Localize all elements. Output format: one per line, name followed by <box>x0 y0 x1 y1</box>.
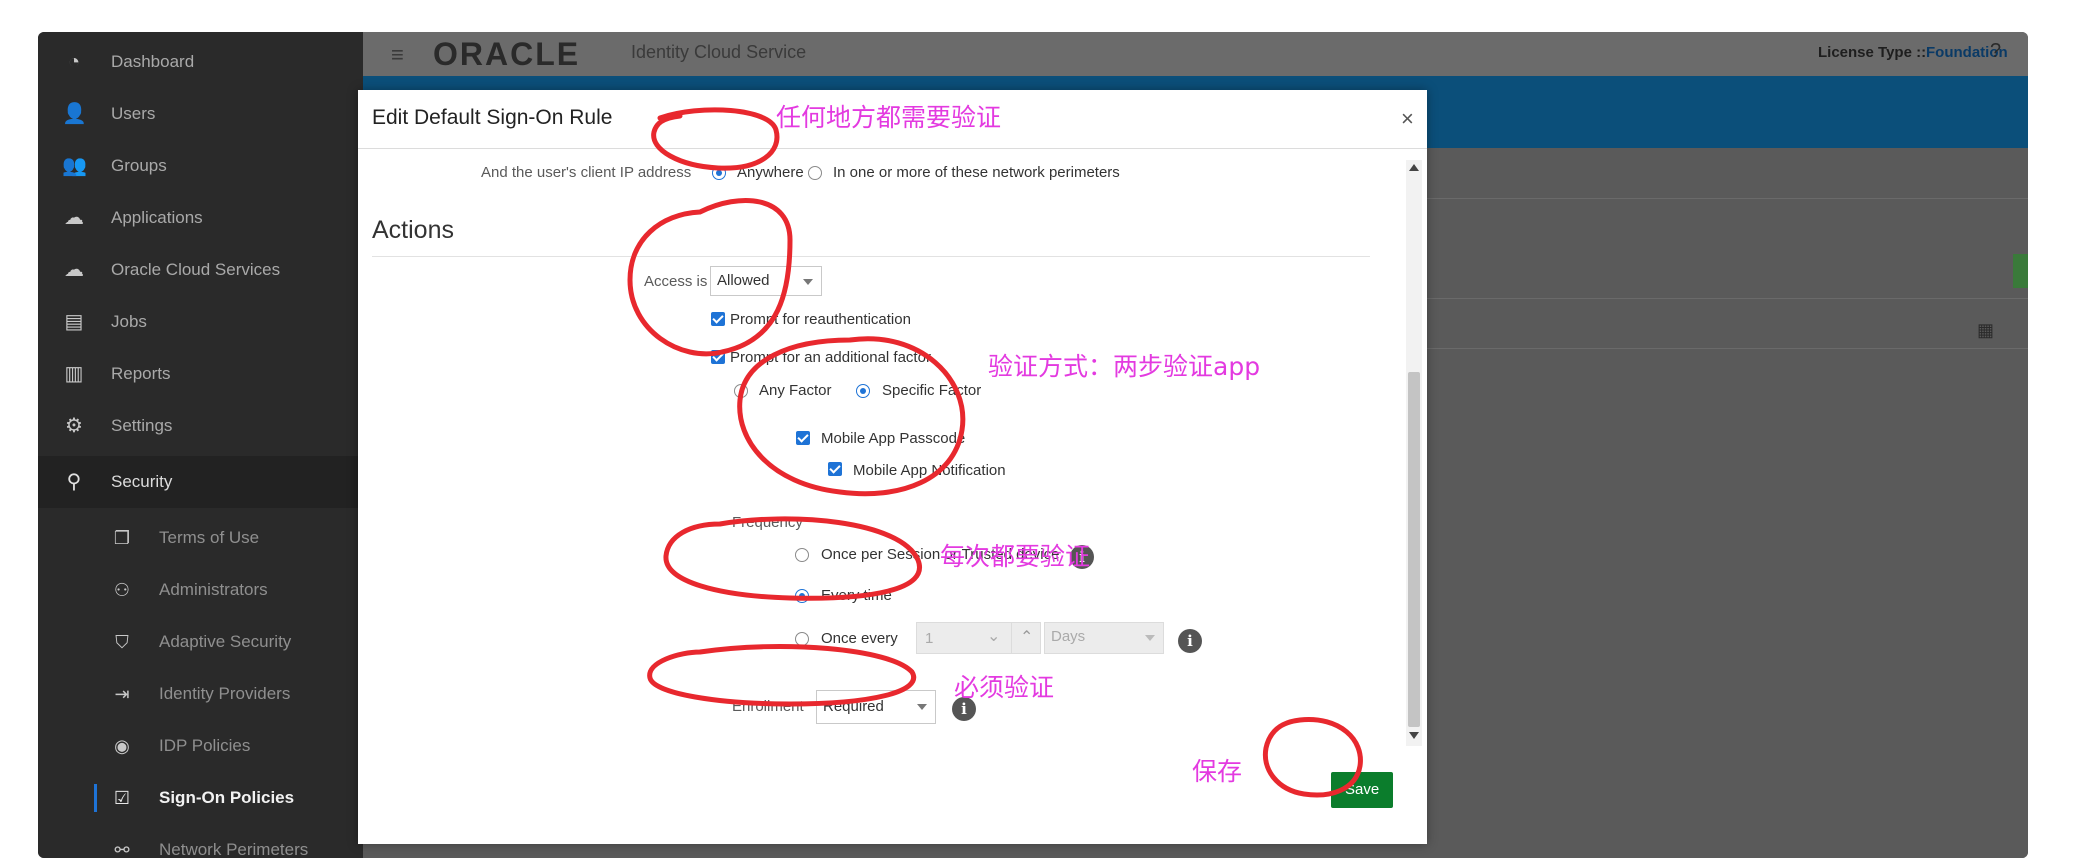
annotation-circle-every-time <box>663 516 922 601</box>
annotation-required: 必须验证 <box>954 673 1055 702</box>
annotation-every-time: 每次都要验证 <box>940 542 1091 571</box>
annotation-circle-enrollment <box>647 644 917 707</box>
annotation-circle-access <box>627 198 793 357</box>
annotation-circle-anywhere <box>651 107 780 171</box>
annotation-method: 验证方式：两步验证app <box>988 352 1261 381</box>
annotation-save: 保存 <box>1192 757 1243 786</box>
annotation-circle-save <box>1262 717 1363 798</box>
annotation-layer <box>627 107 1363 798</box>
annotation-anywhere: 任何地方都需要验证 <box>776 103 1002 132</box>
annotation-circle-factor <box>737 336 966 497</box>
